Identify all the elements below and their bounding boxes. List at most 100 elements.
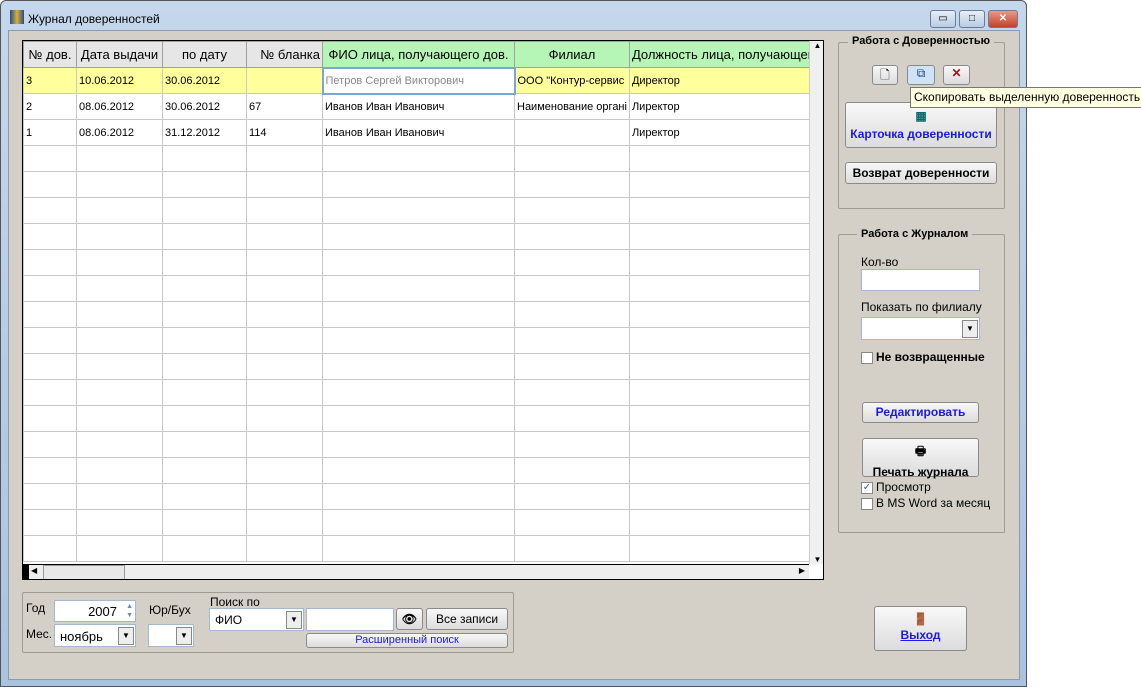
cell-valid-until[interactable] (162, 171, 247, 198)
cell-form-number[interactable] (246, 249, 323, 276)
cell-position[interactable] (628, 197, 816, 224)
cell-issue-date[interactable] (76, 431, 163, 458)
cell-branch[interactable] (514, 249, 630, 276)
close-button[interactable]: ✕ (988, 10, 1018, 28)
cell-branch[interactable] (514, 405, 630, 432)
cell-form-number[interactable] (246, 379, 323, 406)
cell-form-number[interactable] (246, 431, 323, 458)
journal-grid[interactable]: № дов. Дата выдачи по дату № бланка ФИО … (22, 40, 824, 580)
scroll-right-icon[interactable]: ▶ (799, 566, 805, 575)
cell-valid-until[interactable] (162, 223, 247, 250)
cell-issue-date[interactable] (76, 509, 163, 536)
cell-recipient[interactable] (322, 509, 515, 536)
cell-number[interactable]: 2 (23, 93, 77, 120)
cell-valid-until[interactable] (162, 249, 247, 276)
table-row[interactable] (23, 405, 816, 432)
cell-number[interactable] (23, 353, 77, 380)
table-row[interactable] (23, 301, 816, 328)
search-field-select[interactable]: ФИО ▼ (209, 608, 304, 631)
scroll-thumb[interactable] (43, 565, 125, 579)
cell-issue-date[interactable] (76, 171, 163, 198)
cell-branch[interactable] (514, 119, 630, 146)
cell-recipient[interactable] (322, 483, 515, 510)
spin-arrows-icon[interactable]: ▲ ▼ (126, 602, 133, 620)
scroll-up-icon[interactable]: ▲ (810, 41, 823, 50)
cell-issue-date[interactable] (76, 483, 163, 510)
cell-issue-date[interactable] (76, 275, 163, 302)
cell-position[interactable] (628, 405, 816, 432)
cell-valid-until[interactable] (162, 509, 247, 536)
cell-position[interactable] (628, 145, 816, 172)
cell-branch[interactable] (514, 275, 630, 302)
cell-form-number[interactable] (246, 483, 323, 510)
cell-branch[interactable] (514, 171, 630, 198)
chevron-down-icon[interactable]: ▼ (962, 320, 978, 338)
cell-valid-until[interactable] (162, 275, 247, 302)
cell-form-number[interactable] (246, 171, 323, 198)
chevron-down-icon[interactable]: ▼ (118, 627, 134, 645)
year-spinner[interactable]: 2007 ▲ ▼ (54, 600, 136, 622)
cell-number[interactable] (23, 223, 77, 250)
cell-number[interactable] (23, 327, 77, 354)
table-row[interactable]: 2 08.06.2012 30.06.2012 67 Иванов Иван Ивано… (23, 93, 816, 120)
cell-valid-until[interactable]: 30.06.2012 (162, 67, 247, 94)
table-row[interactable] (23, 171, 816, 198)
cell-number[interactable] (23, 249, 77, 276)
col-number[interactable]: № дов. (23, 41, 77, 68)
cell-form-number[interactable] (246, 509, 323, 536)
type-select[interactable]: ▼ (148, 624, 194, 647)
cell-valid-until[interactable]: 30.06.2012 (162, 93, 247, 120)
branch-select[interactable]: ▼ (861, 317, 980, 340)
cell-valid-until[interactable] (162, 301, 247, 328)
col-branch[interactable]: Филиал (514, 41, 630, 68)
maximize-button[interactable]: □ (959, 10, 985, 28)
copy-button[interactable]: ⧉ (907, 65, 935, 85)
table-row[interactable] (23, 431, 816, 458)
cell-position[interactable] (628, 509, 816, 536)
cell-branch[interactable] (514, 509, 630, 536)
exit-button[interactable]: 🚪 Выход (874, 606, 967, 651)
cell-recipient[interactable] (322, 275, 515, 302)
cell-recipient[interactable] (322, 535, 515, 562)
cell-branch[interactable] (514, 301, 630, 328)
cell-form-number[interactable] (246, 405, 323, 432)
cell-position[interactable] (628, 379, 816, 406)
delete-button[interactable]: ✕ (943, 65, 970, 85)
cell-issue-date[interactable]: 08.06.2012 (76, 119, 163, 146)
cell-position[interactable]: Директор (628, 67, 816, 94)
vertical-scrollbar[interactable]: ▲ ▼ (809, 41, 823, 564)
preview-checkbox[interactable]: ✓ Просмотр (861, 480, 931, 494)
cell-form-number[interactable] (246, 301, 323, 328)
cell-issue-date[interactable] (76, 145, 163, 172)
chevron-down-icon[interactable]: ▼ (286, 611, 302, 629)
table-row[interactable] (23, 535, 816, 562)
cell-issue-date[interactable] (76, 457, 163, 484)
cell-branch[interactable] (514, 353, 630, 380)
table-row[interactable] (23, 457, 816, 484)
cell-recipient[interactable] (322, 249, 515, 276)
chevron-down-icon[interactable]: ▼ (176, 627, 192, 645)
cell-number[interactable] (23, 301, 77, 328)
col-form-number[interactable]: № бланка (246, 41, 323, 68)
cell-number[interactable] (23, 431, 77, 458)
table-row[interactable] (23, 275, 816, 302)
cell-number[interactable] (23, 509, 77, 536)
cell-position[interactable]: Лиректор (628, 93, 816, 120)
cell-form-number[interactable]: 114 (246, 119, 323, 146)
cell-position[interactable] (628, 353, 816, 380)
col-recipient[interactable]: ФИО лица, получающего дов. (322, 41, 515, 68)
cell-valid-until[interactable] (162, 483, 247, 510)
table-row[interactable]: 3 10.06.2012 30.06.2012 Петров Сергей Викто… (23, 66, 816, 95)
cell-branch[interactable] (514, 145, 630, 172)
table-row[interactable] (23, 327, 816, 354)
cell-recipient[interactable] (322, 197, 515, 224)
cell-issue-date[interactable] (76, 327, 163, 354)
table-row[interactable] (23, 509, 816, 536)
cell-issue-date[interactable] (76, 353, 163, 380)
search-input[interactable] (306, 608, 394, 631)
msword-checkbox[interactable]: В MS Word за месяц (861, 496, 990, 510)
cell-branch[interactable]: Наименование органі (514, 93, 630, 120)
cell-number[interactable] (23, 483, 77, 510)
cell-issue-date[interactable]: 08.06.2012 (76, 93, 163, 120)
cell-position[interactable] (628, 483, 816, 510)
